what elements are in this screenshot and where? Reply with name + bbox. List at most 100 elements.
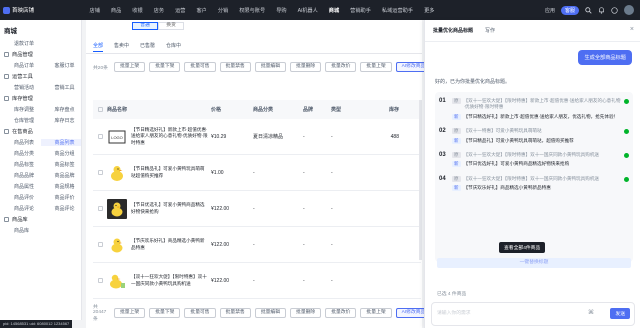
- col-stock[interactable]: 库存: [359, 106, 399, 113]
- sidebar-item[interactable]: 商品品牌: [41, 172, 82, 179]
- row-checkbox[interactable]: [97, 242, 103, 247]
- nav-item[interactable]: 店铺: [84, 7, 105, 14]
- bulk-list-button[interactable]: 批量上架: [114, 307, 146, 318]
- sidebar-item[interactable]: 仓库管理: [0, 117, 41, 124]
- col-price[interactable]: 价格: [209, 106, 253, 113]
- table-row[interactable]: 【双十一狂欢大促】【限时特惠】双十一国庆同款小黄鸭玩具购机送 ¥122.00 -…: [93, 263, 421, 299]
- product-name[interactable]: 【双十一狂欢大促】【限时特惠】双十一国庆同款小黄鸭玩具购机送: [131, 274, 209, 286]
- tab-warehouse[interactable]: 仓库中: [166, 42, 181, 52]
- sidebar-group[interactable]: 商品库: [0, 214, 81, 225]
- attachment-icon[interactable]: ⌘: [588, 309, 594, 316]
- bulk-delist-button[interactable]: 批量下架: [149, 307, 181, 318]
- new-title[interactable]: 【节日优选好礼】可爱小黄鸭商品精选好物快来抢购: [464, 161, 630, 167]
- row-checkbox[interactable]: [97, 206, 103, 211]
- new-title[interactable]: 【节日精品礼】可爱小黄鸭玩具萌萌哒，超值购买推荐: [464, 138, 630, 144]
- sidebar-group[interactable]: 在售商品: [0, 126, 81, 137]
- nav-item[interactable]: 运营: [170, 7, 191, 14]
- bulk-delete-button[interactable]: 批量删除: [290, 62, 322, 72]
- select-all-checkbox[interactable]: [97, 107, 103, 112]
- new-title[interactable]: 【节庆欢乐好礼】商品精选小黄鸭新品特惠: [464, 185, 630, 191]
- bulk-edit-button[interactable]: 批量编辑: [254, 307, 287, 318]
- nav-item[interactable]: 导购: [271, 7, 292, 14]
- bulk-list-button-2[interactable]: 批量上架: [360, 307, 392, 318]
- nav-item-more[interactable]: 更多: [419, 7, 440, 14]
- sidebar-item[interactable]: 商品评论: [0, 205, 41, 212]
- bulk-sellable-button[interactable]: 批量可售: [184, 62, 216, 72]
- sidebar-item[interactable]: 商品评价: [0, 194, 41, 201]
- sidebar-group[interactable]: 运营工具: [0, 71, 81, 82]
- row-checkbox[interactable]: [97, 278, 103, 283]
- help-icon[interactable]: [611, 6, 618, 14]
- close-icon[interactable]: ×: [630, 26, 634, 33]
- table-row[interactable]: LOGO 【节日精选好礼】新款上市·超值优惠·送给家人朋友的心意礼物·优质好物·…: [93, 119, 421, 155]
- product-thumbnail[interactable]: [107, 162, 127, 183]
- apply-link[interactable]: 应用: [545, 7, 555, 14]
- apply-titles-button[interactable]: 一键替换标题: [437, 258, 631, 268]
- avatar[interactable]: [624, 5, 634, 15]
- sidebar-item[interactable]: 商品分组: [41, 150, 82, 157]
- sidebar-item[interactable]: 商品分类: [0, 150, 41, 157]
- nav-item[interactable]: 店务: [148, 7, 169, 14]
- brand-logo[interactable]: 首映店铺: [0, 6, 44, 14]
- sidebar-item[interactable]: 营销工具: [41, 84, 82, 91]
- nav-item[interactable]: Ai机器人: [292, 7, 323, 14]
- sidebar-item[interactable]: 客服订单: [41, 62, 82, 69]
- bulk-price-button[interactable]: 批量改价: [325, 62, 357, 72]
- bulk-list-button-2[interactable]: 批量上架: [360, 62, 392, 72]
- sidebar-item[interactable]: 库存盘点: [41, 106, 82, 113]
- product-thumbnail[interactable]: LOGO: [107, 126, 127, 147]
- nav-item[interactable]: 分销: [212, 7, 233, 14]
- scrollbar[interactable]: [419, 100, 422, 260]
- bell-icon[interactable]: [598, 6, 605, 14]
- row-checkbox[interactable]: [97, 134, 103, 139]
- nav-item[interactable]: 商品: [105, 7, 126, 14]
- tab-writing[interactable]: 写作: [485, 27, 495, 34]
- view-all-tooltip[interactable]: 查看全部4件商品: [499, 242, 546, 253]
- bulk-edit-button[interactable]: 批量编辑: [254, 62, 287, 72]
- table-row[interactable]: 【节日优选礼】可爱小黄鸭商品精选好物快来抢购 ¥122.00 - - -: [93, 191, 421, 227]
- bulk-delist-button[interactable]: 批量下架: [149, 62, 181, 72]
- sidebar-item[interactable]: 商品品牌: [0, 172, 41, 179]
- table-row[interactable]: 【节日精品礼】可爱小黄鸭玩具萌萌哒超值购买推荐 ¥1.00 - - -: [93, 155, 421, 191]
- product-name[interactable]: 【节日精品礼】可爱小黄鸭玩具萌萌哒超值购买推荐: [131, 166, 209, 178]
- sidebar-item[interactable]: 商品评论: [41, 205, 82, 212]
- service-pill[interactable]: 客服: [560, 5, 579, 15]
- sidebar-item[interactable]: 库存调整: [0, 106, 41, 113]
- sidebar-item[interactable]: 商品规格: [41, 183, 82, 190]
- new-title[interactable]: 【节日精选好礼】新款上市·超值优惠·送给家人朋友，优选礼物，抢先体验！: [464, 114, 630, 120]
- nav-item[interactable]: 营销助手: [345, 7, 377, 14]
- bulk-forbid-button[interactable]: 批量禁售: [219, 62, 251, 72]
- bulk-sellable-button[interactable]: 批量可售: [184, 307, 216, 318]
- sidebar-group[interactable]: 商品管理: [0, 49, 81, 60]
- sidebar-item[interactable]: 营销活动: [0, 84, 41, 91]
- product-name[interactable]: 【节庆欢乐好礼】商品精选小黄鸭新品特惠: [131, 238, 209, 250]
- bulk-list-button[interactable]: 批量上架: [114, 62, 146, 72]
- sidebar-item[interactable]: 商品评价: [41, 194, 82, 201]
- nav-item[interactable]: 私域运营助手: [376, 7, 418, 14]
- product-thumbnail[interactable]: [107, 270, 127, 291]
- nav-item[interactable]: 收银: [127, 7, 148, 14]
- tab-on-sale[interactable]: 售卖中: [114, 42, 129, 52]
- sidebar-group[interactable]: 库存管理: [0, 93, 81, 104]
- row-checkbox[interactable]: [97, 170, 103, 175]
- product-name[interactable]: 【节日精选好礼】新款上市·超值优惠·送给家人朋友的心意礼物·优质好物·限时特惠: [131, 127, 209, 146]
- sidebar-item[interactable]: 商品库: [0, 227, 41, 234]
- sidebar-item[interactable]: 商品订单: [0, 62, 41, 69]
- tab-all[interactable]: 全部: [93, 42, 104, 52]
- bulk-forbid-button[interactable]: 批量禁售: [219, 307, 251, 318]
- sidebar-item[interactable]: 商品标签: [41, 161, 82, 168]
- sidebar-item[interactable]: 商品标签: [0, 161, 41, 168]
- sidebar-item[interactable]: 退款订单: [0, 38, 81, 49]
- tab-optimize-titles[interactable]: 批量优化商品标题: [433, 27, 473, 34]
- sidebar-item[interactable]: 库存日志: [41, 117, 82, 124]
- table-row[interactable]: 【节庆欢乐好礼】商品精选小黄鸭新品特惠 ¥122.00 - - -: [93, 227, 421, 263]
- nav-item[interactable]: 权限与账号: [234, 7, 271, 14]
- sidebar-item[interactable]: 商品列表: [0, 139, 41, 146]
- sidebar-item[interactable]: 商品属性: [0, 183, 41, 190]
- product-name[interactable]: 【节日优选礼】可爱小黄鸭商品精选好物快来抢购: [131, 202, 209, 214]
- nav-item[interactable]: 客户: [191, 7, 212, 14]
- chat-input[interactable]: 请输入你的需求 ⌘ 发送: [431, 302, 635, 326]
- segment-normal[interactable]: 普通: [132, 22, 158, 30]
- tab-sold-out[interactable]: 已售罄: [140, 42, 155, 52]
- send-button[interactable]: 发送: [610, 308, 630, 319]
